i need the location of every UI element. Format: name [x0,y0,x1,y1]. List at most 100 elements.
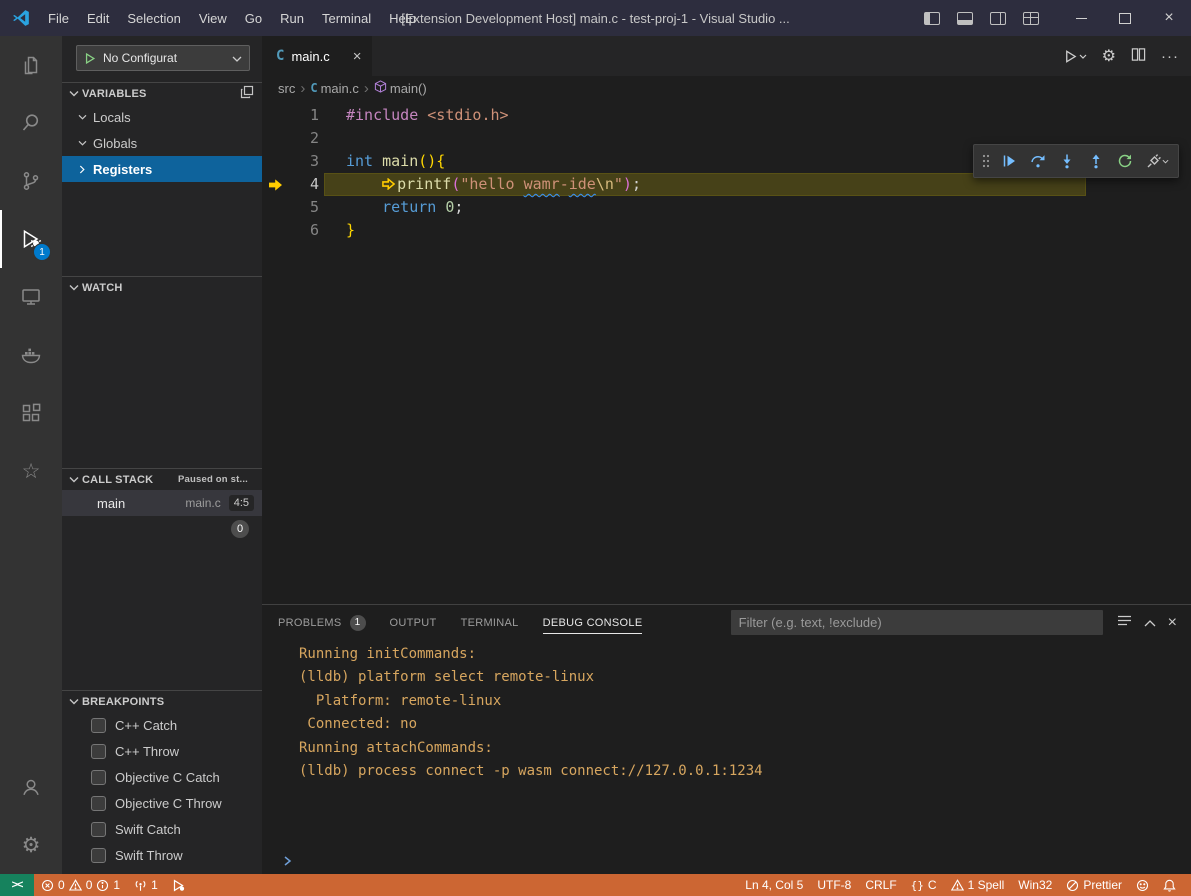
breakpoint-checkbox[interactable] [91,718,106,733]
breakpoint-checkbox[interactable] [91,822,106,837]
breakpoint-gutter[interactable] [262,150,288,173]
variables-item-registers[interactable]: Registers [62,156,262,182]
tab-output[interactable]: OUTPUT [390,605,437,640]
eol-selector[interactable]: CRLF [858,874,903,896]
menu-edit[interactable]: Edit [78,0,118,36]
problems-status[interactable]: 0 0 1 [34,874,127,896]
extensions-icon[interactable] [0,384,62,442]
run-and-debug-icon[interactable]: 1 [0,210,62,268]
line-number: 1 [288,104,319,127]
breakpoint-checkbox[interactable] [91,796,106,811]
notifications-bell-icon[interactable] [1156,874,1183,896]
code-line-6[interactable]: 6} [262,219,1191,242]
restart-icon[interactable] [1112,148,1138,174]
tab-terminal[interactable]: TERMINAL [461,605,519,640]
console-prompt[interactable] [283,855,293,867]
breakpoint-checkbox[interactable] [91,744,106,759]
debug-config-dropdown[interactable]: No Configurat [76,45,250,71]
debug-status[interactable] [165,874,192,896]
breakpoint-checkbox[interactable] [91,770,106,785]
formatter-status[interactable]: Prettier [1059,874,1129,896]
console-filter-input[interactable] [731,610,1103,635]
breadcrumb-file[interactable]: main.c [321,81,359,96]
continue-icon[interactable] [996,148,1022,174]
layout-controls [924,12,1039,25]
explorer-icon[interactable] [0,36,62,94]
menu-run[interactable]: Run [271,0,313,36]
platform-status[interactable]: Win32 [1011,874,1059,896]
debug-console-output[interactable]: Running initCommands:(lldb) platform sel… [262,640,1191,874]
breakpoint-gutter[interactable] [262,219,288,242]
step-out-icon[interactable] [1083,148,1109,174]
accounts-icon[interactable] [0,758,62,816]
breakpoint-checkbox[interactable] [91,848,106,863]
breadcrumb-folder[interactable]: src [278,81,295,96]
variables-item-globals[interactable]: Globals [62,130,262,156]
maximize-button[interactable] [1103,0,1147,36]
step-over-icon[interactable] [1025,148,1051,174]
breakpoint-row-swift-catch[interactable]: Swift Catch [62,816,262,842]
toolbar-grip[interactable] [979,148,993,174]
breakpoint-gutter[interactable] [262,196,288,219]
breakpoint-row-c-catch[interactable]: C++ Catch [62,712,262,738]
encoding-selector[interactable]: UTF-8 [810,874,858,896]
watch-section-header[interactable]: WATCH [62,276,262,298]
breadcrumb-symbol[interactable]: main() [390,81,427,96]
toggle-panel-icon[interactable] [957,12,973,25]
more-actions-icon[interactable]: ··· [1161,48,1179,65]
menu-file[interactable]: File [39,0,78,36]
language-mode[interactable]: {} C [904,874,944,896]
minimize-button[interactable] [1059,0,1103,36]
spell-checker-status[interactable]: 1 Spell [944,874,1012,896]
toggle-secondary-sidebar-icon[interactable] [990,12,1006,25]
star-icon[interactable]: ☆ [0,442,62,500]
variables-item-locals[interactable]: Locals [62,104,262,130]
split-editor-icon[interactable] [1131,47,1146,65]
run-file-button[interactable] [1063,49,1087,64]
menu-go[interactable]: Go [236,0,271,36]
cursor-position[interactable]: Ln 4, Col 5 [738,874,810,896]
breakpoint-gutter[interactable] [262,127,288,150]
close-window-button[interactable]: × [1147,0,1191,36]
ports-count: 1 [151,878,158,892]
disconnect-icon[interactable] [1141,148,1173,174]
menu-terminal[interactable]: Terminal [313,0,380,36]
breakpoint-gutter[interactable] [262,104,288,127]
customize-layout-icon[interactable] [1023,12,1039,25]
menu-selection[interactable]: Selection [118,0,189,36]
tab-problems[interactable]: PROBLEMS 1 [278,605,366,640]
docker-icon[interactable] [0,326,62,384]
menu-view[interactable]: View [190,0,236,36]
code-line-1[interactable]: 1#include <stdio.h> [262,104,1191,127]
inline-breakpoint-icon[interactable] [382,175,397,193]
call-stack-section-header[interactable]: CALL STACK Paused on st... [62,468,262,490]
toggle-sidebar-icon[interactable] [924,12,940,25]
code-line-5[interactable]: 5 return 0; [262,196,1191,219]
remote-indicator[interactable]: >< [0,874,34,896]
remote-explorer-icon[interactable] [0,268,62,326]
breakpoint-row-objective-c-catch[interactable]: Objective C Catch [62,764,262,790]
search-icon[interactable] [0,94,62,152]
settings-gear-icon[interactable]: ⚙ [0,816,62,874]
code-editor[interactable]: 1#include <stdio.h>23int main(){4 printf… [262,100,1191,604]
stack-frame-row[interactable]: main main.c 4:5 [62,490,262,516]
tab-debug-console[interactable]: DEBUG CONSOLE [543,605,643,640]
breakpoint-row-objective-c-throw[interactable]: Objective C Throw [62,790,262,816]
breakpoints-section-header[interactable]: BREAKPOINTS [62,690,262,712]
collapse-all-icon[interactable] [240,85,254,102]
step-into-icon[interactable] [1054,148,1080,174]
maximize-panel-icon[interactable] [1144,615,1156,630]
close-panel-icon[interactable]: × [1168,614,1177,632]
feedback-smiley-icon[interactable] [1129,874,1156,896]
console-menu-icon[interactable] [1117,615,1132,630]
gear-icon[interactable]: ⚙ [1102,46,1116,66]
call-stack-header-label: CALL STACK [82,474,153,486]
source-control-icon[interactable] [0,152,62,210]
breakpoint-row-swift-throw[interactable]: Swift Throw [62,842,262,868]
breakpoint-row-c-throw[interactable]: C++ Throw [62,738,262,764]
close-tab-icon[interactable]: × [353,48,362,65]
ports-status[interactable]: 1 [127,874,165,896]
variables-section-header[interactable]: VARIABLES [62,82,262,104]
tab-main-c[interactable]: C main.c × [262,36,372,76]
vscode-logo-icon[interactable] [11,8,31,28]
